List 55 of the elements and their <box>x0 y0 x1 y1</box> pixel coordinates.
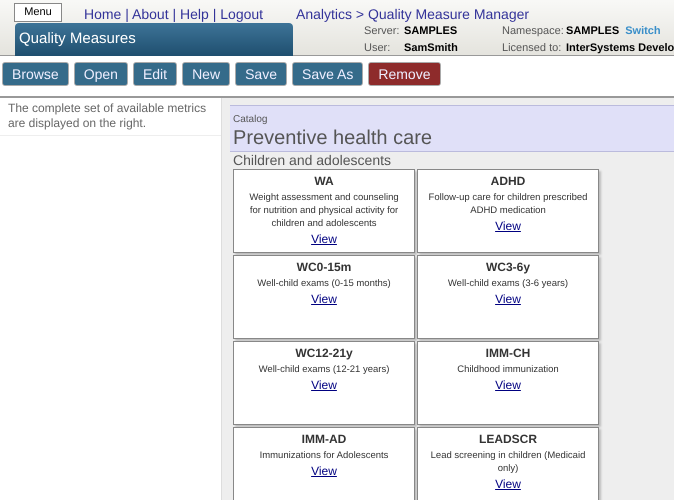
info-label: Licensed to: <box>502 41 562 56</box>
breadcrumb-current: Quality Measure Manager <box>368 6 530 22</box>
measure-description: Follow-up care for children prescribed ADHD medication <box>428 191 588 217</box>
view-link[interactable]: View <box>311 232 337 247</box>
measure-code: IMM-AD <box>302 432 346 446</box>
info-label: Namespace: <box>502 24 565 39</box>
view-link[interactable]: View <box>495 219 521 234</box>
measure-code: IMM-CH <box>486 346 530 360</box>
view-link[interactable]: View <box>311 378 337 393</box>
info-value: SamSmith <box>404 42 458 54</box>
nav-separator: | <box>212 6 216 22</box>
measure-code: WA <box>314 174 334 188</box>
view-link[interactable]: View <box>311 292 337 307</box>
info-value: InterSystems Develo <box>566 42 674 54</box>
toolbar-button[interactable]: Edit <box>132 62 178 86</box>
measure-code: ADHD <box>490 174 526 188</box>
breadcrumb-separator: > <box>356 6 364 22</box>
nav-separator: | <box>125 6 129 22</box>
info-label: User: <box>364 41 392 56</box>
nav-link[interactable]: About <box>132 6 169 22</box>
menu-button[interactable]: Menu <box>14 3 62 22</box>
measure-description: Weight assessment and counseling for nutrition and physical activity for children and adolescents <box>248 191 400 230</box>
info-value: SAMPLES <box>404 25 458 37</box>
toolbar-button[interactable]: Save As <box>292 62 364 86</box>
toolbar-button[interactable]: Save <box>235 62 287 86</box>
page-title: Quality Measures <box>15 23 293 56</box>
nav-link[interactable]: Home <box>84 6 122 22</box>
measure-code: WC12-21y <box>295 346 353 360</box>
toolbar-button[interactable]: New <box>182 62 230 86</box>
nav-link[interactable]: Help <box>180 6 209 22</box>
toolbar-button[interactable]: Open <box>74 62 128 86</box>
measure-description: Immunizations for Adolescents <box>258 449 390 462</box>
breadcrumb-link[interactable]: Analytics <box>296 6 352 22</box>
measure-description: Well-child exams (3-6 years) <box>446 277 570 290</box>
measure-code: LEADSCR <box>478 432 537 446</box>
catalog-title: Preventive health care <box>233 127 432 149</box>
view-link[interactable]: View <box>311 464 337 479</box>
measure-code: WC3-6y <box>486 260 530 274</box>
group-heading: Children and adolescents <box>233 152 391 168</box>
info-label: Server: <box>364 24 400 39</box>
info-value: SAMPLES <box>566 25 620 37</box>
catalog-label: Catalog <box>233 114 268 125</box>
view-link[interactable]: View <box>495 292 521 307</box>
nav-link[interactable]: Logout <box>220 6 264 22</box>
measure-description: Well-child exams (12-21 years) <box>258 363 390 376</box>
measure-description: Childhood immunization <box>456 363 560 376</box>
view-link[interactable]: View <box>495 477 521 492</box>
view-link[interactable]: View <box>495 378 521 393</box>
toolbar-button[interactable]: Browse <box>2 62 69 86</box>
remove-button[interactable]: Remove <box>368 62 441 86</box>
sidebar-text: The complete set of available metrics are displayed on the right. <box>0 98 221 136</box>
measure-description: Lead screening in children (Medicaid only) <box>430 449 586 475</box>
nav-separator: | <box>172 6 176 22</box>
measure-description: Well-child exams (0-15 months) <box>256 277 392 290</box>
measure-code: WC0-15m <box>296 260 352 274</box>
